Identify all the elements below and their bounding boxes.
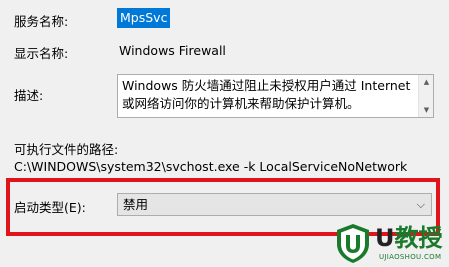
shield-logo-icon (337, 224, 369, 263)
watermark: U教授 UJIAOSHOU.COM (333, 222, 449, 267)
scroll-down-icon[interactable]: ▼ (419, 103, 433, 117)
chevron-down-icon[interactable]: ⌵ (417, 194, 425, 215)
executable-path-label: 可执行文件的路径: (14, 142, 119, 157)
scroll-up-icon[interactable]: ▲ (419, 75, 433, 89)
service-name-label: 服务名称: (14, 14, 69, 29)
display-name-value[interactable]: Windows Firewall (119, 43, 226, 58)
watermark-brand-letter: U (375, 224, 395, 252)
description-label: 描述: (14, 88, 44, 103)
display-name-label: 显示名称: (14, 46, 69, 61)
watermark-subtext: UJIAOSHOU.COM (379, 253, 442, 261)
startup-type-label: 启动类型(E): (14, 200, 86, 215)
service-name-value[interactable]: MpsSvc (117, 8, 171, 28)
startup-type-select[interactable]: 禁用 ⌵ (117, 193, 432, 216)
description-text: Windows 防火墙通过阻止未授权用户通过 Internet 或网络访问你的计… (122, 78, 411, 111)
description-scrollbar[interactable]: ▲ ▼ (418, 75, 433, 117)
watermark-brand: U教授 (375, 224, 443, 252)
description-textbox[interactable]: Windows 防火墙通过阻止未授权用户通过 Internet 或网络访问你的计… (117, 74, 434, 118)
executable-path-value[interactable]: C:\WINDOWS\system32\svchost.exe -k Local… (14, 159, 407, 174)
watermark-brand-text: 教授 (394, 224, 443, 252)
service-properties-general-tab: 服务名称: MpsSvc 显示名称: Windows Firewall 描述: … (0, 0, 449, 267)
startup-type-selected-value: 禁用 (123, 197, 149, 212)
